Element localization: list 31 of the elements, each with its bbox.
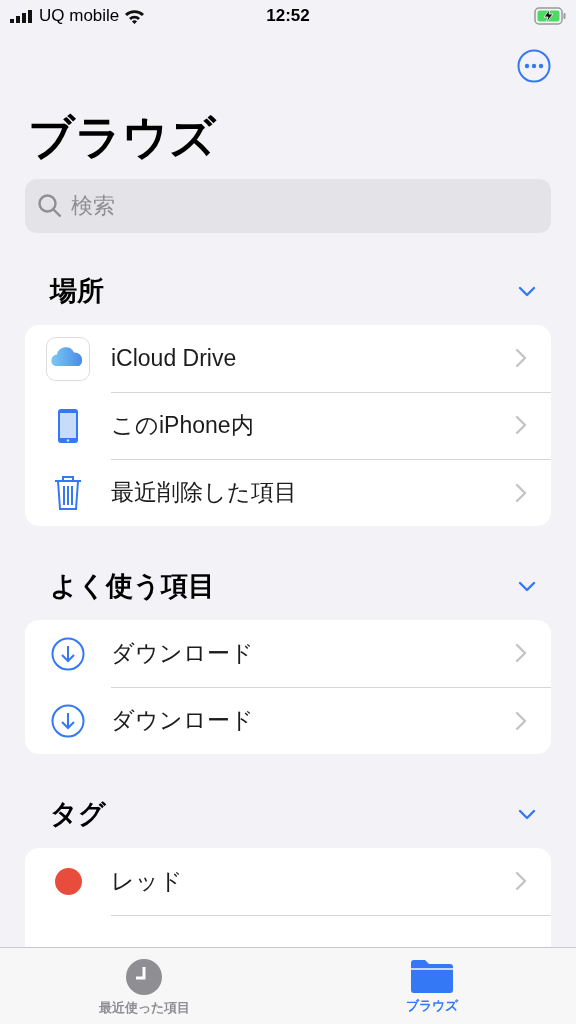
list-item[interactable]: iCloud Drive: [111, 344, 237, 372]
section-header: 場所: [50, 275, 104, 308]
list-item[interactable]: ダウンロード: [111, 637, 254, 669]
chevron-right-icon: [515, 643, 527, 663]
signal-icon: [10, 9, 34, 23]
page-title: ブラウズ: [28, 110, 218, 165]
more-button[interactable]: [517, 49, 551, 83]
clock-icon: [126, 959, 162, 995]
download-icon: [51, 636, 85, 671]
cloud-app-icon: [46, 336, 90, 381]
carrier-name: UQ mobile: [39, 6, 120, 26]
list-item[interactable]: 最近削除した項目: [111, 477, 297, 508]
section-header: よく使う項目: [50, 570, 215, 603]
search-icon: [37, 193, 63, 219]
chevron-right-icon: [515, 871, 527, 891]
search-field[interactable]: 検索: [25, 179, 551, 233]
list-item[interactable]: このiPhone内: [111, 409, 254, 441]
list-item[interactable]: レッド: [111, 865, 183, 897]
chevron-right-icon: [515, 415, 527, 435]
chevron-right-icon: [515, 482, 527, 503]
chevron-right-icon: [515, 710, 527, 731]
download-icon: [51, 703, 85, 738]
folder-icon: [411, 959, 453, 993]
phone-icon: [57, 407, 79, 444]
wifi-icon: [124, 8, 146, 24]
trash-icon: [53, 474, 83, 511]
list-item[interactable]: ダウンロード: [111, 705, 254, 736]
clock-time: 12:52: [266, 6, 310, 25]
section-header: タグ: [50, 798, 106, 831]
tab-item[interactable]: ブラウズ: [288, 948, 576, 1024]
chevron-right-icon: [515, 348, 527, 368]
